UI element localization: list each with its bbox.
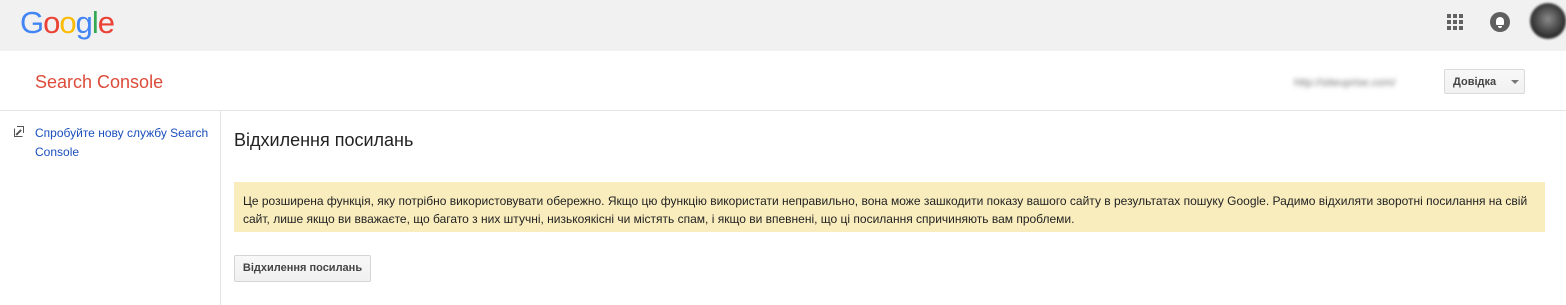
notifications-bell-icon[interactable] bbox=[1490, 12, 1510, 32]
try-new-console-link[interactable]: Спробуйте нову службу Search Console bbox=[35, 124, 230, 162]
warning-text: Це розширена функція, яку потрібно викор… bbox=[243, 194, 1528, 226]
external-link-icon bbox=[14, 126, 24, 137]
logo-letter-g: G bbox=[20, 5, 44, 40]
account-avatar[interactable] bbox=[1530, 3, 1566, 39]
warning-banner: Це розширена функція, яку потрібно викор… bbox=[234, 182, 1545, 232]
product-title[interactable]: Search Console bbox=[35, 71, 163, 93]
logo-letter-g2: g bbox=[75, 5, 93, 40]
logo-letter-o2: o bbox=[59, 5, 76, 40]
header-divider bbox=[0, 110, 1566, 111]
site-url-selector[interactable]: http://siteuprise.com/ bbox=[1294, 75, 1396, 91]
google-logo[interactable]: Google bbox=[20, 5, 115, 41]
page-title: Відхилення посилань bbox=[234, 130, 414, 150]
help-dropdown-button[interactable]: Довідка bbox=[1444, 69, 1525, 94]
logo-letter-o1: o bbox=[43, 5, 60, 40]
chevron-down-icon bbox=[1511, 80, 1519, 84]
apps-grid-icon[interactable] bbox=[1447, 14, 1463, 30]
top-bar: Google bbox=[0, 0, 1566, 51]
logo-letter-e: e bbox=[97, 5, 115, 40]
help-button-label: Довідка bbox=[1453, 76, 1497, 88]
disavow-links-button[interactable]: Відхилення посилань bbox=[234, 255, 371, 282]
